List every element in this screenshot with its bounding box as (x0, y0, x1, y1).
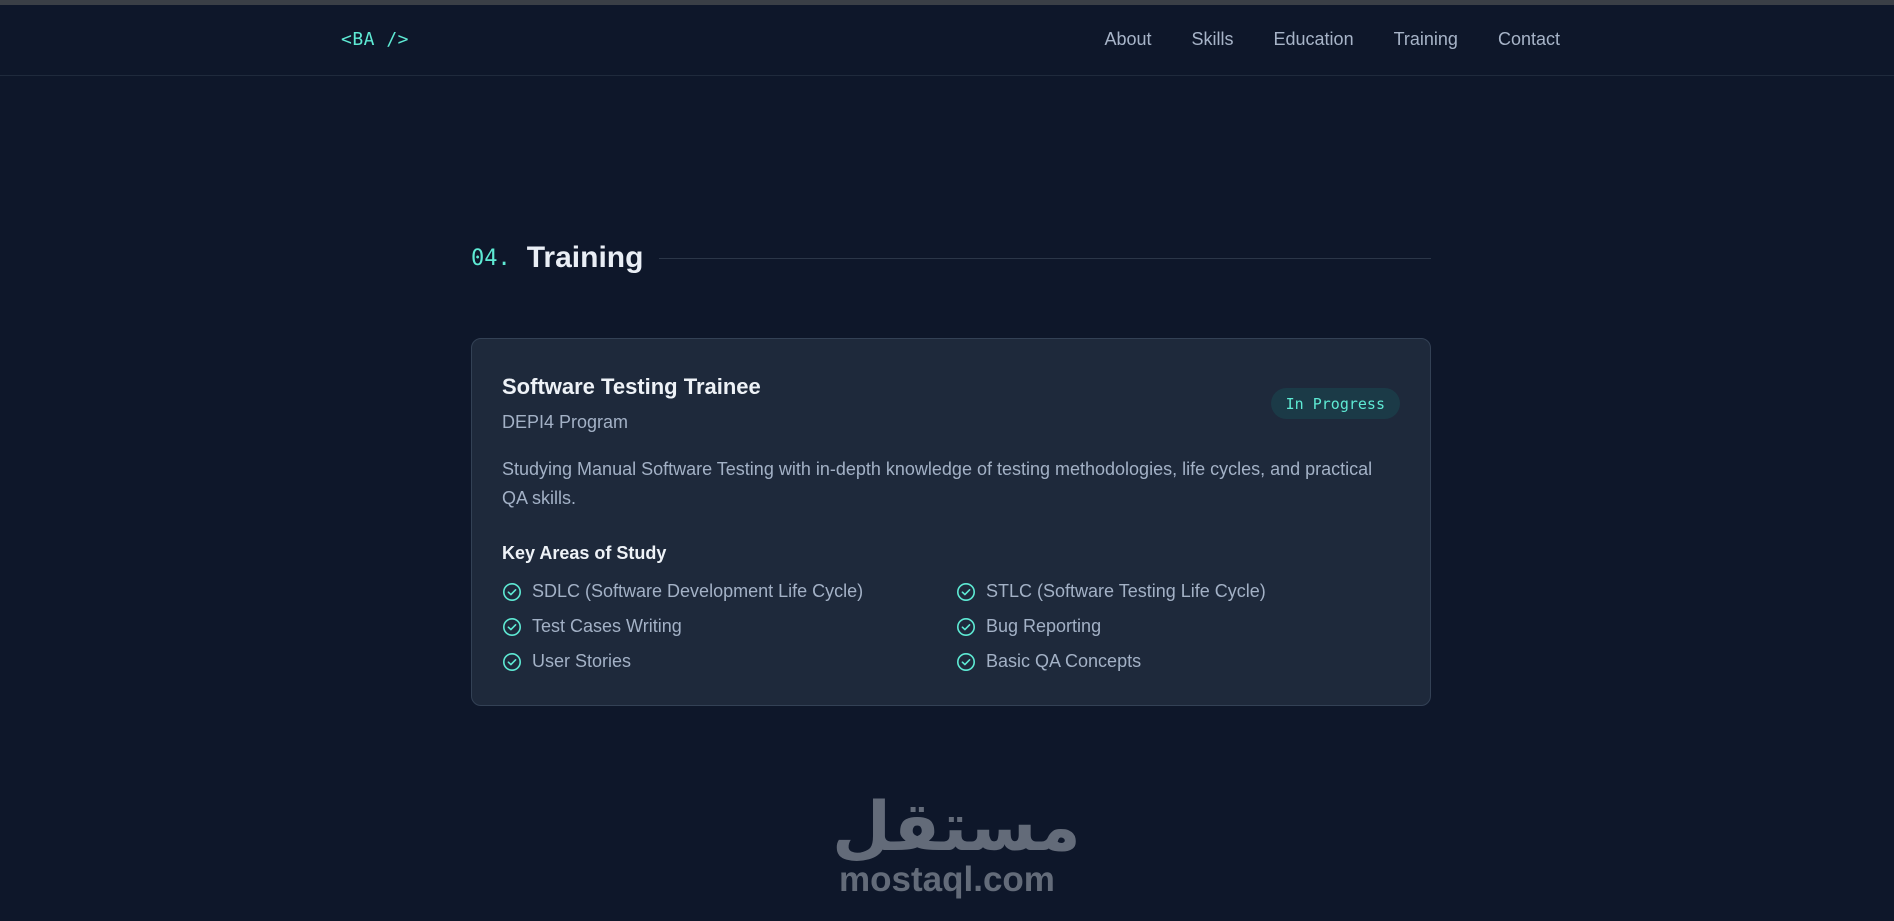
training-card: Software Testing Trainee DEPI4 Program I… (471, 338, 1431, 706)
training-title: Software Testing Trainee (502, 374, 761, 399)
list-item: SDLC (Software Development Life Cycle) (502, 580, 956, 603)
main-nav: About Skills Education Training Contact (1104, 29, 1560, 50)
check-circle-icon (503, 617, 521, 636)
nav-link-skills[interactable]: Skills (1192, 29, 1234, 50)
mostaql-watermark: مستقل mostaql.com (832, 788, 1081, 902)
section-divider (659, 257, 1431, 259)
list-item: Test Cases Writing (502, 615, 956, 638)
list-item: Basic QA Concepts (956, 650, 1410, 673)
nav-link-contact[interactable]: Contact (1498, 29, 1560, 50)
site-header: <BA /> About Skills Education Training C… (0, 5, 1894, 76)
list-item: User Stories (502, 650, 956, 673)
key-areas-heading: Key Areas of Study (502, 543, 667, 563)
section-number: 04. (471, 245, 511, 271)
area-label: Basic QA Concepts (986, 651, 1142, 671)
key-areas-list: SDLC (Software Development Life Cycle) S… (502, 580, 1412, 673)
check-circle-icon (957, 617, 975, 636)
area-label: Test Cases Writing (532, 616, 682, 636)
area-label: SDLC (Software Development Life Cycle) (532, 581, 864, 601)
watermark-latin-text: mostaql.com (839, 860, 1055, 899)
site-logo[interactable]: <BA /> (341, 29, 409, 50)
section-title: Training (526, 241, 644, 274)
list-item: STLC (Software Testing Life Cycle) (956, 580, 1410, 603)
area-label: User Stories (532, 651, 632, 671)
check-circle-icon (957, 582, 975, 601)
training-description: Studying Manual Software Testing with in… (502, 459, 1373, 508)
nav-link-education[interactable]: Education (1274, 29, 1354, 50)
status-badge: In Progress (1270, 388, 1400, 419)
check-circle-icon (503, 652, 521, 671)
area-label: STLC (Software Testing Life Cycle) (986, 581, 1266, 601)
check-circle-icon (503, 582, 521, 601)
training-program: DEPI4 Program (502, 412, 629, 432)
watermark-arabic-text: مستقل (832, 788, 1081, 867)
check-circle-icon (957, 652, 975, 671)
nav-link-about[interactable]: About (1104, 29, 1151, 50)
area-label: Bug Reporting (986, 616, 1102, 636)
section-heading: 04. Training (471, 240, 1431, 276)
nav-link-training[interactable]: Training (1394, 29, 1458, 50)
list-item: Bug Reporting (956, 615, 1410, 638)
